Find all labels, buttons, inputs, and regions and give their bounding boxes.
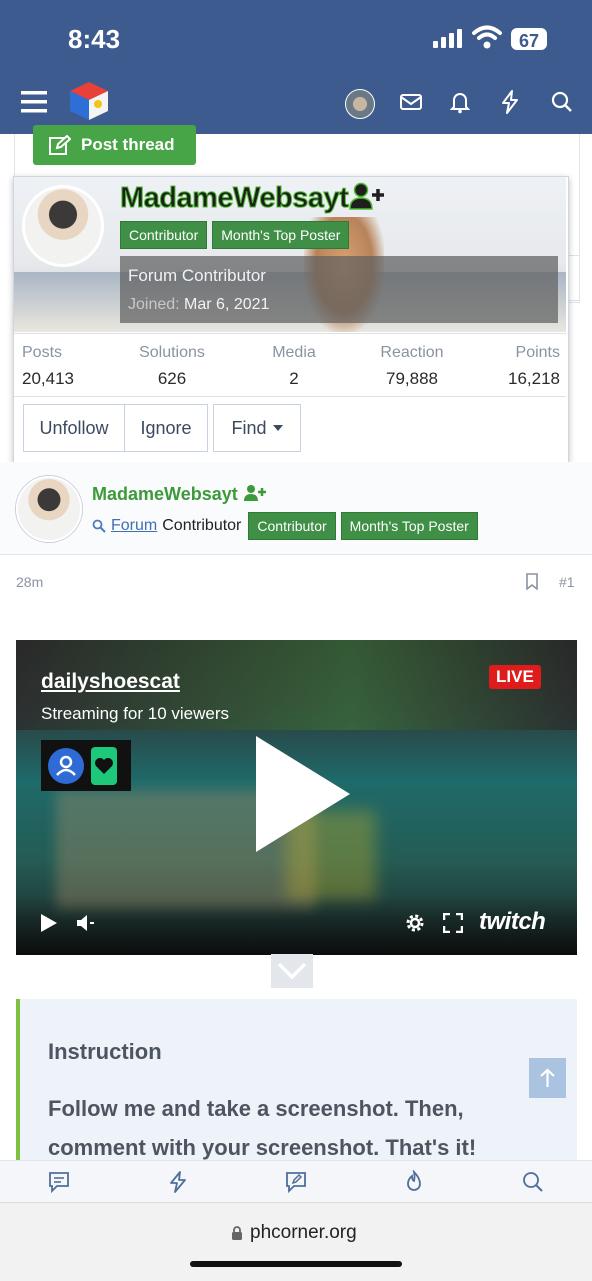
scroll-top-button[interactable] bbox=[529, 1058, 566, 1098]
home-indicator bbox=[190, 1261, 402, 1267]
signal-icon bbox=[433, 29, 463, 48]
gear-icon[interactable] bbox=[404, 912, 426, 934]
chevron-down-icon bbox=[277, 962, 307, 980]
search-icon[interactable] bbox=[551, 91, 573, 113]
url-display[interactable]: phcorner.org bbox=[231, 1222, 357, 1244]
menu-icon bbox=[21, 91, 47, 113]
find-button[interactable]: Find bbox=[213, 404, 301, 452]
menu-button[interactable] bbox=[14, 82, 54, 122]
bell-icon[interactable] bbox=[450, 90, 470, 114]
battery-indicator: 67 bbox=[511, 28, 547, 51]
instruction-block: Instruction Follow me and take a screens… bbox=[16, 999, 577, 1169]
post-thread-label: Post thread bbox=[81, 135, 175, 154]
joined-row: Joined: Mar 6, 2021 bbox=[128, 296, 269, 314]
status-time: 8:43 bbox=[68, 24, 121, 54]
unfollow-button[interactable]: Unfollow bbox=[23, 404, 125, 452]
stat-solutions[interactable]: Solutions 626 bbox=[132, 344, 212, 389]
chevron-down-icon bbox=[272, 425, 283, 431]
inbox-icon[interactable] bbox=[400, 92, 422, 112]
author-title-row: Forum Contributor Contributor Month's To… bbox=[92, 512, 478, 540]
stream-icons bbox=[41, 740, 131, 791]
ignore-button[interactable]: Ignore bbox=[124, 404, 208, 452]
compose-icon[interactable] bbox=[285, 1171, 307, 1193]
stat-posts[interactable]: Posts 20,413 bbox=[22, 344, 74, 389]
user-title: Forum Contributor bbox=[128, 266, 266, 285]
author-username[interactable]: MadameWebsayt bbox=[92, 484, 267, 505]
fullscreen-icon[interactable] bbox=[443, 913, 463, 933]
member-tooltip: MadameWebsayt Contributor Month's Top Po… bbox=[13, 176, 569, 463]
bolt-icon[interactable] bbox=[168, 1171, 188, 1193]
heart-icon[interactable] bbox=[91, 746, 117, 785]
badge-top-poster: Month's Top Poster bbox=[340, 512, 478, 540]
instruction-heading: Instruction bbox=[48, 1039, 162, 1064]
post-number[interactable]: #1 bbox=[559, 574, 575, 590]
stat-media[interactable]: Media 2 bbox=[254, 344, 334, 389]
avatar[interactable] bbox=[16, 476, 82, 542]
badge-top-poster: Month's Top Poster bbox=[212, 221, 350, 249]
instruction-body: Follow me and take a screenshot. Then, c… bbox=[48, 1096, 477, 1160]
lock-icon bbox=[232, 1225, 242, 1240]
bookmark-icon[interactable] bbox=[525, 573, 539, 590]
fire-icon[interactable] bbox=[404, 1170, 424, 1194]
expand-button[interactable] bbox=[271, 954, 313, 988]
badge-contributor: Contributor bbox=[120, 221, 208, 249]
stats-row: Posts 20,413 Solutions 626 Media 2 Reaction… bbox=[14, 333, 566, 397]
wifi-icon bbox=[472, 25, 502, 49]
search-icon[interactable] bbox=[522, 1171, 544, 1193]
user-icon[interactable] bbox=[47, 747, 85, 785]
bolt-icon[interactable] bbox=[500, 90, 520, 114]
post-author-row: MadameWebsayt Forum Contributor Contribu… bbox=[0, 462, 592, 555]
stat-reaction[interactable]: Reaction 79,888 bbox=[372, 344, 452, 389]
live-badge: LIVE bbox=[489, 665, 541, 689]
twitch-logo[interactable]: twitch bbox=[479, 908, 546, 936]
url-text: phcorner.org bbox=[250, 1222, 357, 1243]
edit-icon bbox=[49, 135, 71, 155]
forum-link[interactable]: Forum bbox=[111, 517, 157, 535]
avatar[interactable] bbox=[345, 89, 375, 119]
play-control-icon[interactable] bbox=[40, 913, 58, 933]
channel-link[interactable]: dailyshoescat bbox=[41, 670, 180, 694]
stream-subtitle: Streaming for 10 viewers bbox=[41, 704, 230, 723]
chat-icon[interactable] bbox=[48, 1171, 70, 1193]
follow-user-icon[interactable] bbox=[243, 484, 267, 502]
avatar[interactable] bbox=[22, 185, 104, 267]
post-thread-button[interactable]: Post thread bbox=[33, 125, 196, 165]
volume-icon[interactable] bbox=[76, 913, 96, 933]
stat-points[interactable]: Points 16,218 bbox=[490, 344, 560, 389]
username[interactable]: MadameWebsayt bbox=[119, 181, 386, 215]
post-time[interactable]: 28m bbox=[16, 574, 43, 590]
play-icon[interactable] bbox=[256, 736, 350, 852]
bottom-nav bbox=[0, 1160, 592, 1203]
joined-label: Joined: bbox=[128, 296, 180, 313]
follow-user-icon[interactable] bbox=[348, 181, 386, 211]
site-logo[interactable] bbox=[68, 80, 110, 122]
badge-contributor: Contributor bbox=[248, 512, 336, 540]
user-info-box: Forum Contributor Joined: Mar 6, 2021 bbox=[120, 256, 558, 323]
badge-row: Contributor Month's Top Poster bbox=[120, 221, 350, 249]
search-icon bbox=[92, 519, 106, 533]
author-title: Contributor bbox=[162, 517, 242, 534]
browser-url-bar[interactable]: phcorner.org bbox=[0, 1202, 592, 1281]
joined-date: Mar 6, 2021 bbox=[184, 296, 270, 313]
video-embed[interactable]: dailyshoescat Streaming for 10 viewers L… bbox=[16, 640, 577, 955]
arrow-up-icon bbox=[540, 1068, 555, 1087]
